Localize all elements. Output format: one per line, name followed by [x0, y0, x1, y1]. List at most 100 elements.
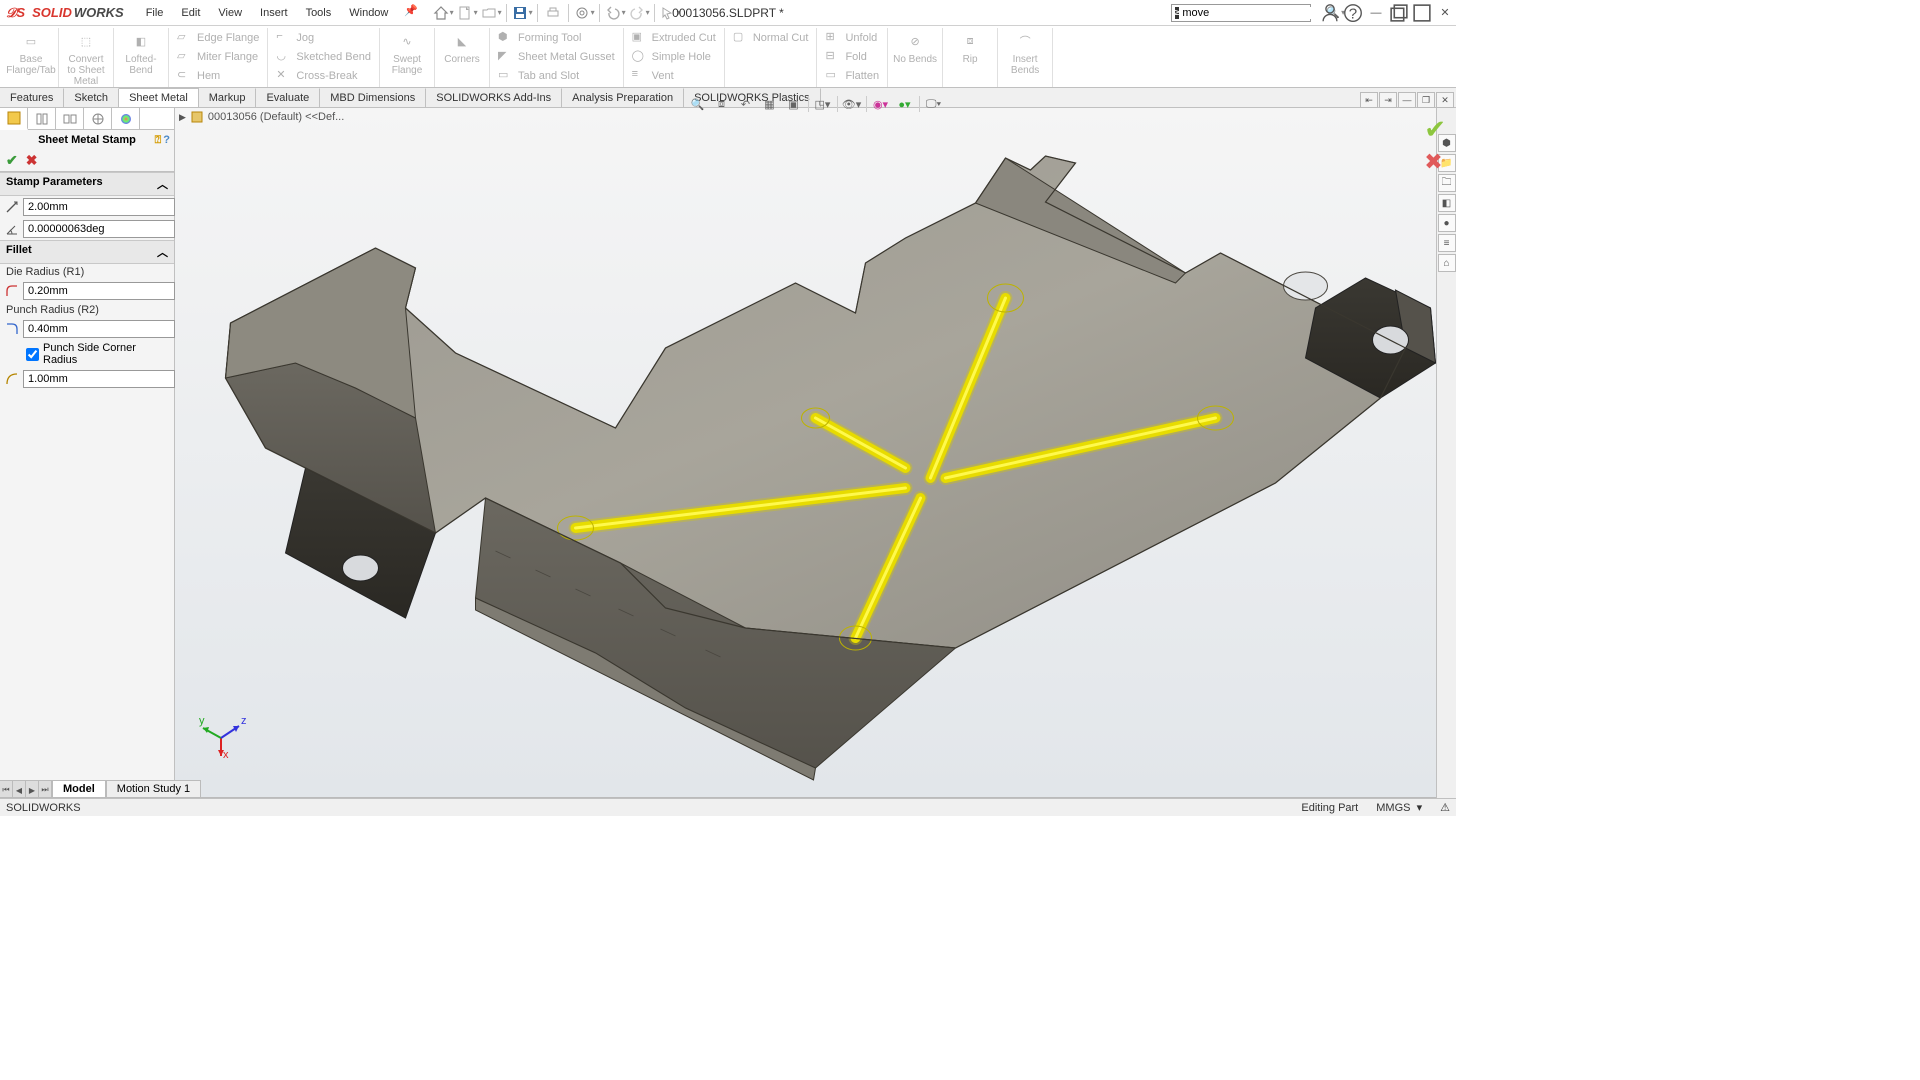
doc-close-button[interactable]: ✕: [1436, 92, 1454, 108]
minimize-button[interactable]: —: [1365, 2, 1387, 24]
flyout-tree[interactable]: ▶ 00013056 (Default) <<Def...: [179, 110, 344, 124]
doc-minimize-button[interactable]: —: [1398, 92, 1416, 108]
depth-input[interactable]: [23, 198, 175, 216]
graphics-viewport[interactable]: ▶ 00013056 (Default) <<Def... 🔍 ⧈ ↶ ▦ ▣ …: [175, 108, 1456, 798]
pin-icon[interactable]: 📌: [404, 4, 418, 22]
task-view-palette-icon[interactable]: ◧: [1438, 194, 1456, 212]
redo-icon[interactable]: ▾: [628, 2, 650, 24]
pm-tab-config-icon[interactable]: [56, 108, 84, 130]
status-bar: SOLIDWORKS Editing Part MMGS ▾ ⚠: [0, 798, 1456, 816]
doc-restore-button[interactable]: ❐: [1417, 92, 1435, 108]
ribbon: ▭Base Flange/Tab ⬚Convert to Sheet Metal…: [0, 26, 1456, 88]
pm-tab-hide-icon[interactable]: [28, 108, 56, 130]
die-radius-input[interactable]: [23, 282, 175, 300]
save-icon[interactable]: ▾: [511, 2, 533, 24]
view-triad[interactable]: x y z: [199, 708, 249, 758]
lofted-bend-button: ◧Lofted-Bend: [118, 28, 164, 76]
new-icon[interactable]: ▾: [456, 2, 478, 24]
document-window-controls: ⇤ ⇥ — ❐ ✕: [1360, 92, 1454, 108]
heads-up-toolbar: 🔍 ⧈ ↶ ▦ ▣ ◳▾ 👁▾ ◉▾ ●▾ 🖵▾: [686, 92, 946, 116]
corner-radius-input[interactable]: [23, 370, 175, 388]
menu-file[interactable]: File: [138, 4, 172, 22]
confirm-cancel-button[interactable]: ✖: [1424, 149, 1446, 175]
pm-section-fillet[interactable]: Fillet︿: [0, 240, 174, 264]
help-icon[interactable]: ?: [1342, 2, 1364, 24]
base-flange-button: ▭Base Flange/Tab: [8, 28, 54, 76]
hide-show-icon[interactable]: ◉▾: [871, 94, 891, 114]
confirm-ok-button[interactable]: ✔: [1424, 114, 1446, 145]
pm-tab-appearance-icon[interactable]: [112, 108, 140, 130]
appearance-icon[interactable]: ●▾: [895, 94, 915, 114]
display-style-icon[interactable]: 👁▾: [842, 94, 862, 114]
svg-text:y: y: [199, 715, 205, 727]
pm-info-icon[interactable]: ⍰: [155, 134, 162, 147]
expand-tree-icon[interactable]: ▶: [179, 112, 186, 123]
flatten-button: ▭Flatten: [821, 66, 883, 85]
section-view-icon[interactable]: ▦: [760, 94, 780, 114]
simple-hole-button: ◯Simple Hole: [628, 47, 720, 66]
sheet-metal-gusset-button: ◤Sheet Metal Gusset: [494, 47, 619, 66]
pm-section-stamp-parameters[interactable]: Stamp Parameters︿: [0, 172, 174, 196]
open-icon[interactable]: ▾: [480, 2, 502, 24]
menu-view[interactable]: View: [210, 4, 250, 22]
pm-tab-dimxpert-icon[interactable]: [84, 108, 112, 130]
hem-button: ⊂Hem: [173, 66, 263, 85]
punch-radius-input[interactable]: [23, 320, 175, 338]
pm-cancel-button[interactable]: ✖: [26, 152, 38, 169]
scene-icon[interactable]: 🖵▾: [924, 94, 944, 114]
maximize-button[interactable]: [1411, 2, 1433, 24]
pm-help-icon[interactable]: ?: [163, 134, 170, 147]
tab-analysis-preparation[interactable]: Analysis Preparation: [562, 88, 684, 107]
tab-sketch[interactable]: Sketch: [64, 88, 119, 107]
menu-window[interactable]: Window: [341, 4, 396, 22]
jog-button: ⌐Jog: [272, 28, 375, 47]
tab-sheet-metal[interactable]: Sheet Metal: [119, 88, 199, 107]
angle-input[interactable]: [23, 220, 175, 238]
tab-mbd-dimensions[interactable]: MBD Dimensions: [320, 88, 426, 107]
rip-button: ⧈Rip: [947, 28, 993, 65]
status-alert-icon[interactable]: ⚠: [1440, 801, 1450, 814]
doc-expand-right-button[interactable]: ⇥: [1379, 92, 1397, 108]
pm-tab-feature-icon[interactable]: [0, 108, 28, 130]
search-input[interactable]: [1182, 7, 1324, 19]
task-appearances-icon[interactable]: ●: [1438, 214, 1456, 232]
tab-evaluate[interactable]: Evaluate: [256, 88, 320, 107]
dynamic-annot-icon[interactable]: ▣: [784, 94, 804, 114]
property-manager-panel: Sheet Metal Stamp ⍰? ✔ ✖ Stamp Parameter…: [0, 108, 175, 798]
user-icon[interactable]: [1319, 2, 1341, 24]
prev-view-icon[interactable]: ↶: [736, 94, 756, 114]
options-icon[interactable]: ▾: [573, 2, 595, 24]
menu-edit[interactable]: Edit: [173, 4, 208, 22]
pm-ok-button[interactable]: ✔: [6, 152, 18, 169]
home-icon[interactable]: ▾: [432, 2, 454, 24]
zoom-area-icon[interactable]: ⧈: [712, 94, 732, 114]
doc-expand-left-button[interactable]: ⇤: [1360, 92, 1378, 108]
bottom-tab-motion-study[interactable]: Motion Study 1: [106, 780, 201, 798]
restore-button[interactable]: [1388, 2, 1410, 24]
task-custom-props-icon[interactable]: ≡: [1438, 234, 1456, 252]
insert-bends-button: ⌒Insert Bends: [1002, 28, 1048, 76]
fold-button: ⊟Fold: [821, 47, 883, 66]
commands-icon: ≥: [1175, 7, 1179, 19]
command-search[interactable]: ≥ 🔍 ▾: [1171, 4, 1311, 22]
tab-and-slot-button: ▭Tab and Slot: [494, 66, 619, 85]
zoom-fit-icon[interactable]: 🔍: [688, 94, 708, 114]
task-forum-icon[interactable]: ⌂: [1438, 254, 1456, 272]
task-file-explorer-icon[interactable]: 🗀: [1438, 174, 1456, 192]
punch-side-corner-label: Punch Side Corner Radius: [43, 342, 168, 366]
main-menu-bar: File Edit View Insert Tools Window 📌: [138, 4, 418, 22]
menu-insert[interactable]: Insert: [252, 4, 296, 22]
view-orientation-icon[interactable]: ◳▾: [813, 94, 833, 114]
punch-side-corner-checkbox[interactable]: [26, 348, 39, 361]
collapse-icon: ︿: [157, 244, 168, 260]
menu-tools[interactable]: Tools: [298, 4, 340, 22]
tab-features[interactable]: Features: [0, 88, 64, 107]
status-units-label[interactable]: MMGS ▾: [1376, 801, 1422, 814]
undo-icon[interactable]: ▾: [604, 2, 626, 24]
bottom-tab-model[interactable]: Model: [52, 780, 106, 798]
print-icon[interactable]: [542, 2, 564, 24]
extruded-cut-button: ▣Extruded Cut: [628, 28, 720, 47]
tab-markup[interactable]: Markup: [199, 88, 257, 107]
close-button[interactable]: ✕: [1434, 2, 1456, 24]
tab-solidworks-addins[interactable]: SOLIDWORKS Add-Ins: [426, 88, 562, 107]
